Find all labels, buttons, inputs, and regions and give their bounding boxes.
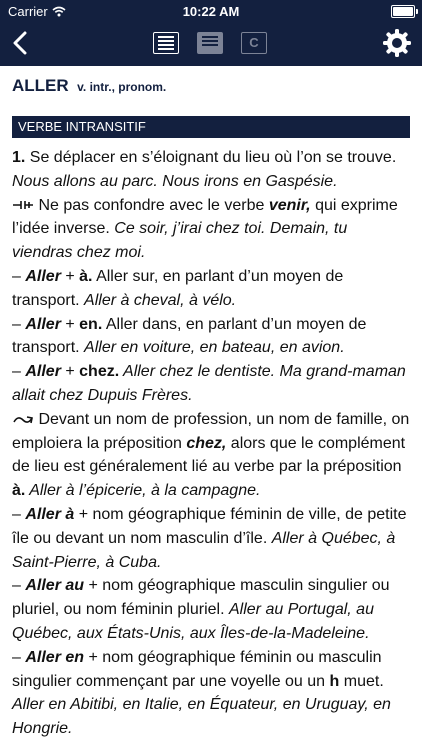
usage-note-icon [13,415,33,423]
keyword: Aller à [25,505,75,523]
c-icon: C [249,35,259,50]
note-usage: Devant un nom de profession, un nom de f… [12,408,410,503]
note-keyword-2: à. [12,482,26,500]
dash: – [12,363,26,381]
top-bar: Carrier 10:22 AM C [0,0,422,66]
keyword: Aller [25,267,61,285]
sense-1: 1. Se déplacer en s’éloignant du lieu où… [12,146,410,194]
keyword: Aller en [25,648,85,666]
preposition: à. [79,267,93,285]
usage-example: Aller en voiture, en bateau, en avion. [84,339,345,357]
keyword: Aller [25,315,61,333]
sense-example: Nous allons au parc. Nous irons en Gaspé… [12,172,338,190]
entry-content: 1. Se déplacer en s’éloignant du lieu où… [0,138,422,741]
full-view-button[interactable] [153,32,179,54]
usage-item-a: – Aller + à. Aller sur, en parlant d’un … [12,265,410,313]
note-text: Ne pas confondre avec le verbe [34,196,269,214]
note-keyword: venir, [268,196,311,214]
entry-header: ALLER v. intr., pronom. [0,66,422,102]
grammar-label: v. intr., pronom. [77,80,167,94]
section-header: VERBE INTRANSITIF [12,116,410,138]
dash: – [12,267,26,285]
keyword: Aller [25,363,61,381]
lines-view-dim-icon [202,36,218,46]
navigation-bar: C [0,22,422,66]
usage-example: Aller à cheval, à vélo. [84,291,237,309]
usage-item-en: – Aller + en. Aller dans, en parlant d’u… [12,313,410,361]
headword: ALLER [12,76,69,95]
chevron-left-icon [13,31,27,55]
note-example: Aller à l’épicerie, à la campagne. [25,482,261,500]
usage-item-chez: – Aller + chez. Aller chez le dentiste. … [12,360,410,408]
dash: – [12,648,26,666]
view-mode-switcher: C [153,32,267,54]
dash: – [12,315,26,333]
plus: + [60,267,80,285]
lines-view-icon [158,36,174,50]
usage-item-aller-en: – Aller en + nom géographique féminin ou… [12,646,410,741]
battery-level [393,7,413,16]
clock: 10:22 AM [182,4,240,19]
note-keyword: chez, [186,434,227,452]
status-bar: Carrier 10:22 AM [0,0,422,22]
plus: + [60,315,80,333]
letter-h: h [329,672,340,690]
usage-definition-2: muet. [339,672,384,690]
preposition: chez. [79,363,120,381]
back-button[interactable] [6,28,34,58]
usage-example: Aller en Abitibi, en Italie, en Équateur… [12,696,391,738]
usage-item-aller-au: – Aller au + nom géographique masculin s… [12,574,410,645]
keyword: Aller au [25,577,85,595]
battery-icon [391,5,418,18]
gear-icon[interactable] [382,28,412,58]
dash: – [12,577,26,595]
compact-view-button[interactable] [197,32,223,54]
conjugation-button[interactable]: C [241,32,267,54]
dash: – [12,505,26,523]
sense-number: 1. [12,149,26,166]
sense-definition: Se déplacer en s’éloignant du lieu où l’… [25,149,397,166]
note-confusion: Ne pas confondre avec le verbe venir, qu… [12,194,410,265]
preposition: en. [79,315,103,333]
plus: + [60,363,80,381]
warning-hand-icon [13,201,33,210]
usage-item-aller-a: – Aller à + nom géographique féminin de … [12,503,410,574]
